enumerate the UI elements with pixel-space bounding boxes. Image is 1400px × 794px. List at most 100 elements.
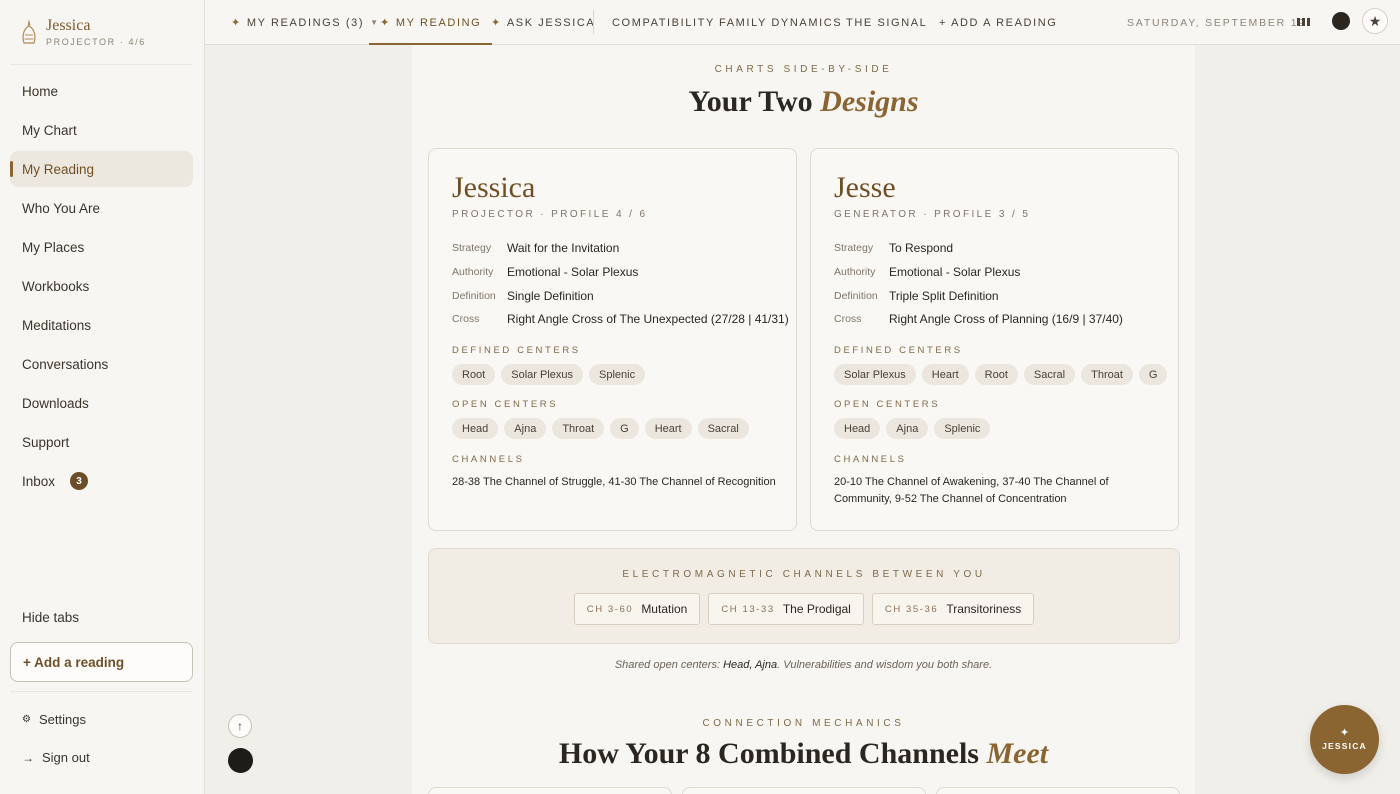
tab-compatibility[interactable]: COMPATIBILITY (612, 0, 715, 45)
channel-code: CH 35-36 (884, 603, 939, 615)
sidebar-item-conversations[interactable]: Conversations (10, 346, 193, 382)
logo-icon (22, 19, 36, 44)
channels-text: 20-10 The Channel of Awakening, 37-40 Th… (834, 476, 1109, 505)
center-pill: G (610, 418, 639, 439)
sparkle-icon: ✦ (1339, 727, 1350, 739)
authority-value: Emotional - Solar Plexus (507, 265, 639, 279)
open-centers-list: Head Ajna Throat G Heart Sacral (452, 418, 749, 439)
sidebar-item-downloads[interactable]: Downloads (10, 385, 193, 421)
add-reading-button[interactable]: + Add a reading (10, 642, 193, 682)
theme-dot-button[interactable] (228, 748, 253, 773)
shared-centers: Head, Ajna (723, 659, 778, 671)
sidebar-item-my-places[interactable]: My Places (10, 229, 193, 265)
center-pill: G (1138, 364, 1168, 385)
authority-label: Authority (834, 266, 876, 278)
settings-link[interactable]: ⚙ Settings (22, 712, 86, 727)
inbox-count-badge: 3 (70, 472, 89, 490)
defined-centers-list: Solar Plexus Heart Root Sacral Throat G (834, 364, 1168, 385)
definition-value: Single Definition (507, 289, 594, 303)
center-pill: Heart (921, 364, 969, 385)
defined-centers-heading: DEFINED CENTERS (452, 345, 581, 356)
cross-label: Cross (452, 313, 480, 325)
connection-title: How Your 8 Combined Channels Meet (412, 737, 1195, 771)
tab-my-readings[interactable]: ✦ MY READINGS (3) ▼ (231, 0, 380, 45)
open-centers-heading: OPEN CENTERS (834, 399, 941, 410)
cross-label: Cross (834, 313, 862, 325)
definition-row: Definition Triple Split Definition (834, 289, 999, 303)
center-pill: Root (974, 364, 1018, 385)
sidebar-item-inbox[interactable]: Inbox 3 (10, 463, 193, 499)
scroll-top-button[interactable]: ↑ (228, 714, 252, 738)
brand-name: Jessica (46, 17, 91, 34)
center-pill: Sacral (697, 418, 749, 439)
center-pill: Root (452, 364, 496, 385)
arrow-right-icon: → (22, 750, 34, 765)
sidebar-item-support[interactable]: Support (10, 424, 193, 460)
cross-row: Cross Right Angle Cross of The Unexpecte… (452, 312, 789, 326)
center-pill: Splenic (589, 364, 646, 385)
ask-jessica-fab[interactable]: ✦ JESSICA (1310, 705, 1379, 774)
channel-card (682, 787, 926, 794)
sidebar-item-label: Conversations (22, 356, 109, 372)
strategy-row: Strategy To Respond (834, 241, 953, 255)
definition-label: Definition (834, 290, 878, 302)
divider (10, 691, 192, 692)
sidebar-item-home[interactable]: Home (10, 73, 193, 109)
settings-label: Settings (38, 712, 86, 727)
fab-label: JESSICA (1322, 741, 1367, 751)
definition-row: Definition Single Definition (452, 289, 594, 303)
center-pill: Ajna (886, 418, 929, 439)
channel-card (936, 787, 1180, 794)
strategy-value: To Respond (889, 241, 954, 255)
tab-family-dynamics[interactable]: FAMILY DYNAMICS (719, 0, 842, 45)
channels-text: 28-38 The Channel of Struggle, 41-30 The… (452, 476, 776, 488)
theme-toggle-button[interactable] (1332, 12, 1350, 30)
em-chip[interactable]: CH 13-33 The Prodigal (708, 593, 864, 625)
channel-card (428, 787, 672, 794)
menu-bars-icon[interactable] (1297, 18, 1310, 26)
authority-row: Authority Emotional - Solar Plexus (452, 265, 638, 279)
sidebar-item-workbooks[interactable]: Workbooks (10, 268, 193, 304)
em-chip[interactable]: CH 35-36 Transitoriness (871, 593, 1035, 625)
tab-divider (593, 10, 594, 34)
center-pill: Throat (552, 418, 605, 439)
sidebar-item-label: My Chart (22, 122, 77, 138)
sidebar-item-who-you-are[interactable]: Who You Are (10, 190, 193, 226)
tab-ask-jessica[interactable]: ✦ ASK JESSICA (491, 0, 595, 45)
center-pill: Ajna (504, 418, 547, 439)
brand[interactable]: Jessica PROJECTOR · 4/6 (18, 17, 146, 47)
cross-value: Right Angle Cross of The Unexpected (27/… (507, 312, 789, 326)
page-title: Your Two Designs (412, 85, 1195, 119)
arrow-up-icon: ↑ (237, 719, 243, 733)
sidebar-item-label: Home (22, 83, 59, 99)
tab-the-signal[interactable]: THE SIGNAL (846, 0, 927, 45)
signout-link[interactable]: → Sign out (22, 750, 90, 765)
sidebar-item-label: Who You Are (22, 200, 101, 216)
sidebar-item-my-chart[interactable]: My Chart (10, 112, 193, 148)
sidebar-item-my-reading[interactable]: My Reading (10, 151, 193, 187)
hide-tabs-link[interactable]: Hide tabs (22, 610, 79, 625)
center-pill: Heart (644, 418, 692, 439)
em-chip[interactable]: CH 3-60 Mutation (573, 593, 701, 625)
center-pill: Throat (1081, 364, 1133, 385)
shared-open-centers-note: Shared open centers: Head, Ajna. Vulnera… (412, 659, 1195, 671)
open-centers-heading: OPEN CENTERS (452, 399, 559, 410)
sparkle-icon: ✦ (491, 17, 502, 29)
center-pill: Splenic (934, 418, 991, 439)
sidebar-item-meditations[interactable]: Meditations (10, 307, 193, 343)
person-name: Jesse (834, 171, 896, 204)
em-chip-list: CH 3-60 Mutation CH 13-33 The Prodigal C… (429, 593, 1179, 625)
chevron-down-icon: ▼ (370, 18, 380, 27)
star-icon[interactable]: ★ (1362, 8, 1388, 34)
shared-suffix: . Vulnerabilities and wisdom you both sh… (777, 659, 993, 671)
tab-my-reading[interactable]: ✦ MY READING (368, 0, 493, 45)
signout-label: Sign out (42, 750, 90, 765)
sidebar-item-label: Inbox (22, 473, 56, 489)
section-eyebrow: CHARTS SIDE-BY-SIDE (714, 64, 893, 75)
main-content: CHARTS SIDE-BY-SIDE Your Two Designs Jes… (412, 45, 1195, 794)
brand-subtitle: PROJECTOR · 4/6 (46, 37, 146, 47)
divider (10, 64, 192, 65)
person-name: Jessica (452, 171, 536, 204)
tab-add-a-reading[interactable]: + ADD A READING (939, 0, 1057, 45)
authority-label: Authority (452, 266, 494, 278)
